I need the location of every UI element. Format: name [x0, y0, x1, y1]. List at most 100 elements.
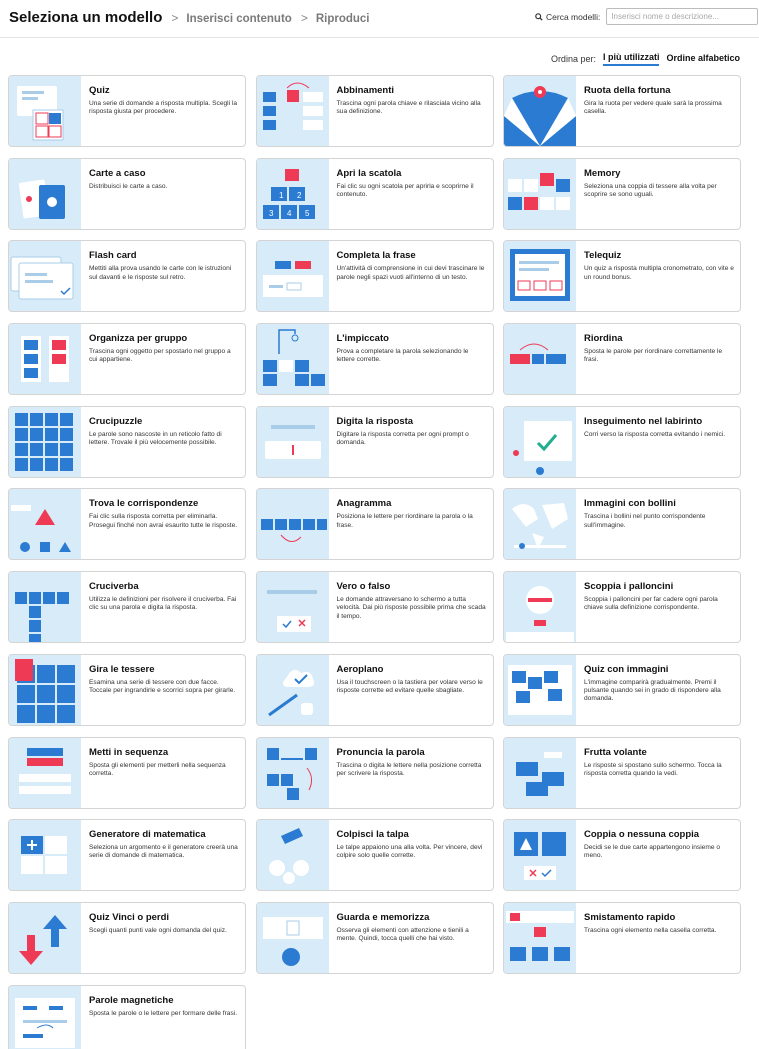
template-title: Coppia o nessuna coppia	[584, 829, 700, 841]
template-description: Un'attività di comprensione in cui devi …	[336, 265, 485, 281]
template-card-quiz-con-immagini[interactable]: Quiz con immagini L'immagine comparirà gr…	[503, 653, 741, 726]
template-title: Telequiz	[584, 250, 622, 262]
template-description: Seleziona un argomento e il generatore c…	[89, 844, 238, 860]
template-card-memory[interactable]: Memory Seleziona una coppia di tessere al…	[503, 157, 741, 230]
template-description: Fai clic sulla risposta corretta per eli…	[89, 513, 238, 529]
breadcrumb-step-select-template: Seleziona un modello	[9, 9, 163, 26]
template-card-inseguimento-nel-labirinto[interactable]: Inseguimento nel labirinto Corri verso la…	[503, 405, 741, 478]
template-info: Telequiz Un quiz a risposta multipla cron…	[576, 241, 740, 311]
image-quiz-icon	[504, 654, 576, 725]
template-title: Cruciverba	[89, 581, 139, 593]
sort-option-most-used[interactable]: I più utilizzati	[602, 52, 660, 66]
template-info: Abbinamenti Trascina ogni parola chiave e…	[329, 76, 493, 146]
template-card-organizza-per-gruppo[interactable]: Organizza per gruppo Trascina ogni oggett…	[8, 323, 246, 396]
template-card-quiz-vinci-o-perdi[interactable]: Quiz Vinci o perdi Scegli quanti punti va…	[8, 901, 246, 974]
search-label: Cerca modelli:	[535, 12, 600, 22]
svg-text:1: 1	[279, 191, 284, 200]
template-title: Crucipuzzle	[89, 415, 143, 427]
template-card-generatore-di-matematica[interactable]: Generatore di matematica Seleziona un arg…	[8, 819, 246, 892]
template-description: Mettiti alla prova usando le carte con l…	[89, 265, 232, 281]
template-description: Trascina ogni parola chiave e rilasciala…	[336, 100, 481, 116]
template-card-completa-la-frase[interactable]: Completa la frase Un'attività di comprens…	[255, 240, 494, 313]
speed-sorting-icon	[504, 902, 576, 973]
template-description: Gira la ruota per vedere quale sarà la p…	[584, 100, 722, 116]
template-title: Trova le corrispondenze	[89, 498, 199, 510]
template-description: Usa il touchscreen o la tastiera per vol…	[336, 678, 483, 695]
template-title: Smistamento rapido	[584, 911, 676, 923]
template-title: Quiz	[89, 85, 110, 96]
template-description: L'immagine comparirà gradualmente. Premi…	[584, 678, 721, 703]
template-description: Le parole sono nascoste in un reticolo f…	[89, 430, 222, 446]
chevron-right-icon: >	[171, 11, 179, 25]
template-description: Esamina una serie di tessere con due fac…	[89, 678, 236, 695]
sort-label: Ordina per:	[550, 54, 596, 64]
template-info: Flash card Mettiti alla prova usando le c…	[81, 241, 245, 311]
template-description: Trascina ogni oggetto per spostarlo nel …	[89, 348, 231, 364]
template-title: Parole magnetiche	[89, 994, 174, 1006]
template-card-flash-card[interactable]: Flash card Mettiti alla prova usando le c…	[8, 240, 246, 313]
match-no-match-icon	[504, 820, 576, 891]
template-card-telequiz[interactable]: Telequiz Un quiz a risposta multipla cron…	[503, 240, 741, 313]
template-info: Riordina Sposta le parole per riordinare …	[576, 324, 740, 394]
template-title: Generatore di matematica	[89, 829, 206, 841]
math-generator-icon	[9, 820, 81, 891]
sort-option-alphabetical[interactable]: Ordine alfabetico	[666, 53, 740, 65]
template-card-trova-le-corrispondenze[interactable]: Trova le corrispondenze Fai clic sulla ri…	[8, 488, 246, 561]
template-card-metti-in-sequenza[interactable]: Metti in sequenza Sposta gli elementi per…	[8, 736, 246, 809]
template-title: Ruota della fortuna	[584, 85, 671, 96]
template-description: Le talpe appaiono una alla volta. Per vi…	[336, 844, 483, 860]
flash-card-icon	[9, 241, 81, 312]
template-description: Le risposte si spostano sullo schermo. T…	[584, 761, 722, 777]
quiz-icon	[9, 76, 81, 146]
template-info: Quiz Una serie di domande a risposta mult…	[81, 76, 245, 146]
template-card-scoppia-i-palloncini[interactable]: Scoppia i palloncini Scoppia i palloncini…	[503, 571, 741, 644]
template-card-abbinamenti[interactable]: Abbinamenti Trascina ogni parola chiave e…	[255, 75, 494, 147]
template-info: Quiz con immagini L'immagine comparirà gr…	[576, 655, 740, 725]
wordsearch-icon	[9, 406, 81, 477]
template-info: Crucipuzzle Le parole sono nascoste in un…	[81, 407, 245, 477]
template-card-colpisci-la-talpa[interactable]: Colpisci la talpa Le talpe appaiono una a…	[255, 819, 494, 892]
template-description: Trascina ogni elemento nella casella cor…	[584, 926, 717, 934]
search-input[interactable]	[606, 8, 759, 25]
template-title: Memory	[584, 167, 621, 179]
flying-fruit-icon	[504, 737, 576, 808]
template-info: Vero o falso Le domande attraversano lo s…	[329, 572, 493, 642]
template-card-quiz[interactable]: Quiz Una serie di domande a risposta mult…	[8, 75, 246, 147]
magnetic-words-icon	[9, 985, 81, 1049]
template-card-riordina[interactable]: Riordina Sposta le parole per riordinare …	[503, 323, 741, 396]
template-card-ruota-della-fortuna[interactable]: Ruota della fortuna Gira la ruota per ved…	[503, 75, 741, 147]
chevron-right-icon: >	[300, 11, 308, 25]
template-title: Scoppia i palloncini	[584, 581, 674, 593]
template-card-guarda-e-memorizza[interactable]: Guarda e memorizza Osserva gli elementi c…	[255, 901, 494, 974]
template-card-gira-le-tessere[interactable]: Gira le tessere Esamina una serie di tess…	[8, 653, 246, 726]
template-card-digita-la-risposta[interactable]: Digita la risposta Digitare la risposta c…	[255, 405, 494, 478]
template-title: Guarda e memorizza	[336, 911, 430, 923]
template-title: Quiz Vinci o perdi	[89, 911, 170, 923]
match-up-icon	[256, 76, 329, 146]
template-card-immagini-con-bollini[interactable]: Immagini con bollini Trascina i bollini n…	[503, 488, 741, 561]
template-card-coppia-o-nessuna-coppia[interactable]: Coppia o nessuna coppia Decidi se le due …	[503, 819, 741, 892]
template-title: Metti in sequenza	[89, 746, 169, 758]
template-card-parole-magnetiche[interactable]: Parole magnetiche Sposta le parole o le l…	[8, 984, 246, 1049]
whack-a-mole-icon	[256, 820, 329, 891]
template-card-aeroplano[interactable]: Aeroplano Usa il touchscreen o la tastier…	[255, 653, 494, 726]
wheel-icon	[504, 76, 576, 146]
template-card-carte-a-caso[interactable]: Carte a caso Distribuisci le carte a caso…	[8, 157, 246, 230]
template-card-smistamento-rapido[interactable]: Smistamento rapido Trascina ogni elemento…	[503, 901, 741, 974]
template-description: Osserva gli elementi con attenzione e ti…	[336, 926, 469, 943]
template-info: Pronuncia la parola Trascina o digita le …	[329, 738, 493, 808]
template-card-frutta-volante[interactable]: Frutta volante Le risposte si spostano su…	[503, 736, 741, 809]
template-title: Apri la scatola	[336, 167, 402, 179]
template-card-pronuncia-la-parola[interactable]: Pronuncia la parola Trascina o digita le …	[255, 736, 494, 809]
template-card-apri-la-scatola[interactable]: 1 2 3 4 5 Apri la scatola Fai clic su ogni sca…	[255, 157, 494, 230]
template-description: Trascina i bollini nel punto corrisponde…	[584, 513, 706, 529]
template-card-l-impiccato[interactable]: L'impiccato Prova a completare la parola …	[255, 323, 494, 396]
hangman-icon	[256, 324, 329, 395]
search-label-text: Cerca modelli:	[546, 11, 601, 22]
template-card-cruciverba[interactable]: Cruciverba Utilizza le definizioni per ri…	[8, 571, 246, 644]
spell-word-icon	[256, 737, 329, 808]
template-card-vero-o-falso[interactable]: Vero o falso Le domande attraversano lo s…	[255, 571, 494, 644]
template-card-anagramma[interactable]: Anagramma Posiziona le lettere per riordi…	[255, 488, 494, 561]
template-card-crucipuzzle[interactable]: Crucipuzzle Le parole sono nascoste in un…	[8, 405, 246, 478]
template-title: Immagini con bollini	[584, 498, 676, 510]
